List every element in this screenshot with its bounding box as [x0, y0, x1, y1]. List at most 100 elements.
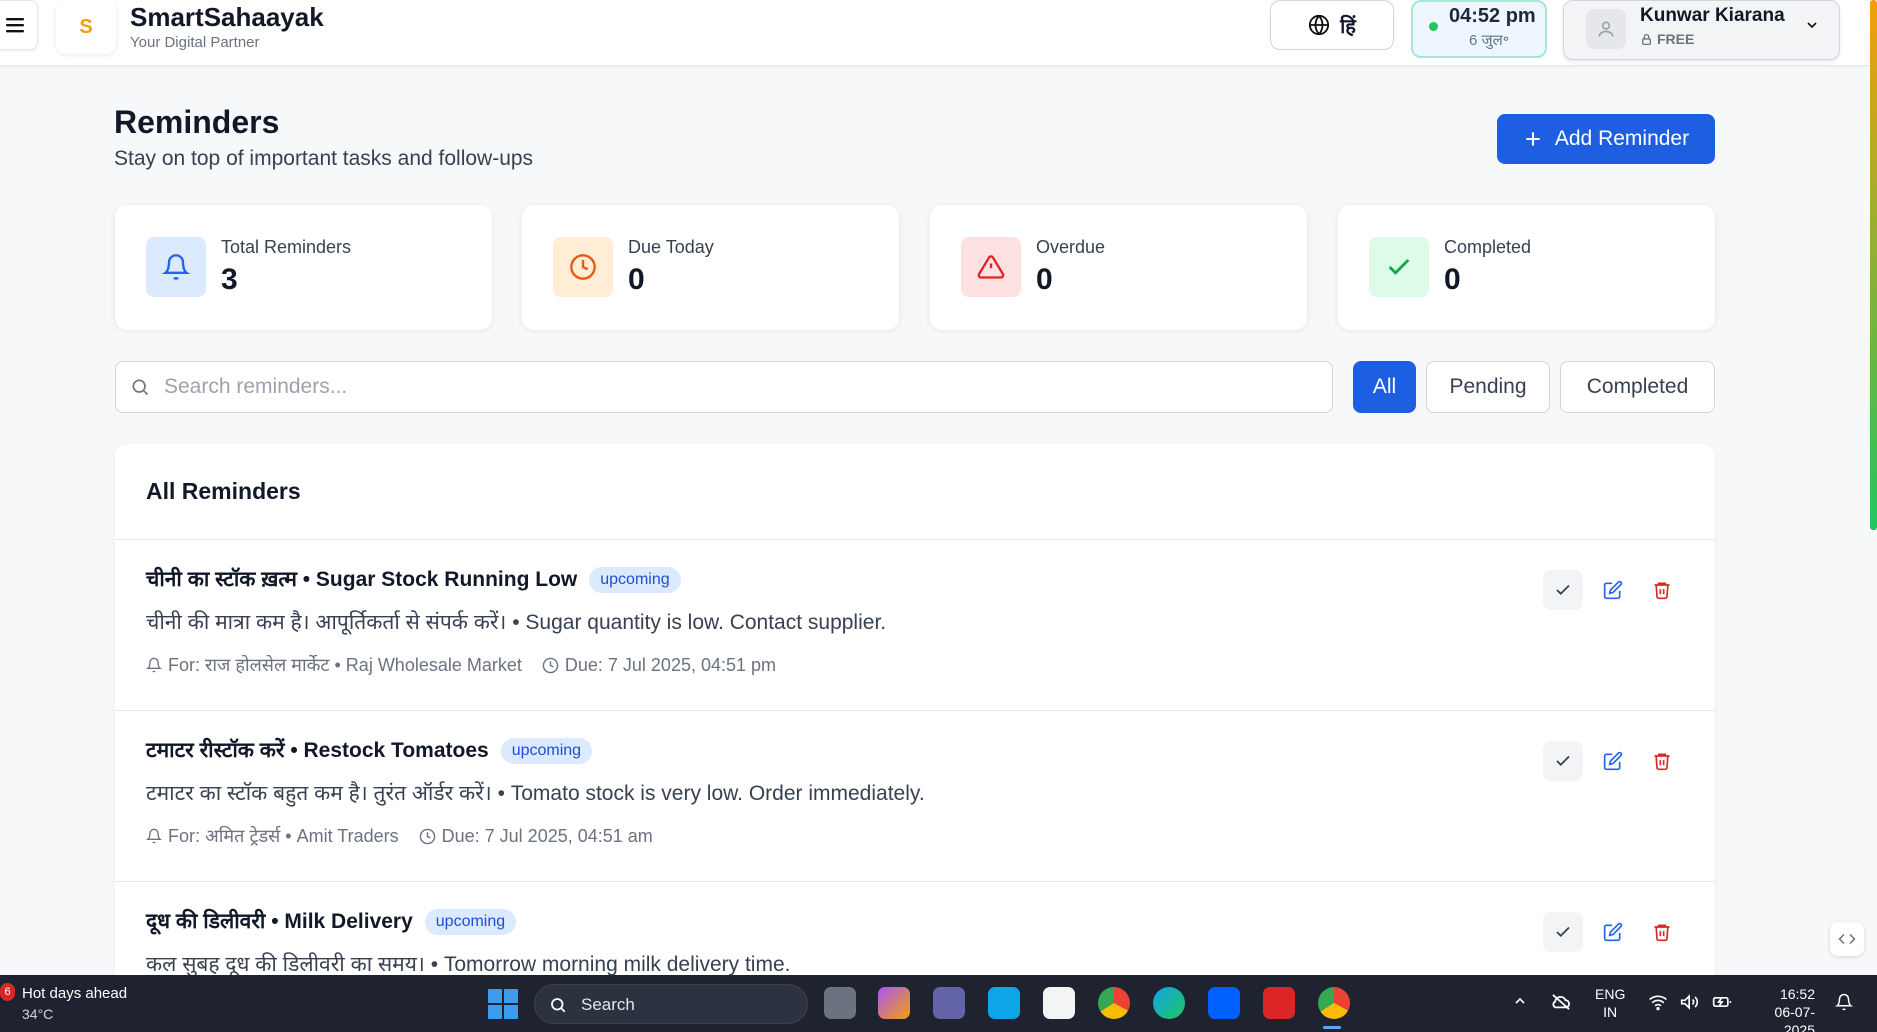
active-app-indicator	[1323, 1026, 1341, 1029]
stat-value: 3	[221, 263, 238, 296]
weather-title[interactable]: Hot days ahead	[22, 985, 127, 1002]
chrome-profile-icon[interactable]	[1318, 987, 1350, 1019]
check-icon	[1556, 755, 1570, 767]
input-language[interactable]: ENG IN	[1595, 985, 1625, 1021]
avatar	[1586, 9, 1626, 49]
input-language-region: IN	[1603, 1004, 1618, 1020]
delete-reminder-button[interactable]	[1642, 741, 1682, 781]
app-icon[interactable]	[988, 987, 1020, 1019]
reminder-due: Due: 7 Jul 2025, 04:51 pm	[564, 654, 777, 675]
reminder-description: टमाटर का स्टॉक बहुत कम है। तुरंत ऑर्डर क…	[146, 782, 925, 805]
search-input[interactable]	[164, 372, 1314, 402]
stat-value: 0	[628, 263, 645, 296]
brand-name: SmartSahaayak	[130, 2, 324, 32]
filter-all-button[interactable]: All	[1353, 361, 1416, 413]
clock-icon	[419, 828, 435, 844]
dropbox-icon[interactable]	[1208, 987, 1240, 1019]
page-subtitle: Stay on top of important tasks and follo…	[114, 147, 534, 170]
stat-label: Total Reminders	[221, 237, 352, 257]
stat-icon-box	[961, 237, 1021, 297]
notification-bell-icon[interactable]	[1835, 993, 1853, 1011]
reminder-title-row: टमाटर रीस्टॉक करें • Restock Tomatoes upc…	[146, 736, 593, 764]
chevron-down-icon[interactable]	[1804, 17, 1820, 33]
mark-complete-button[interactable]	[1543, 570, 1583, 610]
filter-pending-button[interactable]: Pending	[1426, 361, 1550, 413]
menu-button[interactable]	[0, 0, 38, 50]
search-box	[115, 361, 1333, 413]
taskbar-search[interactable]: Search	[534, 984, 808, 1024]
trash-icon	[1654, 582, 1670, 600]
reminder-meta: For: राज होलसेल मार्केट • Raj Wholesale …	[146, 653, 796, 677]
wifi-icon	[1649, 995, 1667, 1011]
search-icon	[551, 998, 566, 1013]
hamburger-icon	[6, 18, 24, 33]
edit-icon	[1603, 922, 1623, 942]
system-clock[interactable]: 16:52 06-07-2025	[1745, 985, 1815, 1032]
stat-card-overdue: Overdue 0	[930, 205, 1307, 330]
lock-icon	[1642, 33, 1651, 45]
app-logo[interactable]: S	[56, 0, 116, 54]
status-badge: upcoming	[424, 909, 517, 935]
battery-charging-icon	[1712, 997, 1732, 1007]
filter-completed-button[interactable]: Completed	[1560, 361, 1715, 413]
reminder-description: चीनी की मात्रा कम है। आपूर्तिकर्ता से सं…	[146, 611, 887, 634]
edit-reminder-button[interactable]	[1593, 741, 1633, 781]
globe-icon	[1309, 14, 1330, 36]
delete-reminder-button[interactable]	[1642, 570, 1682, 610]
reminder-description: कल सुबह दूध की डिलीवरी का समय। • Tomorro…	[146, 953, 791, 976]
mark-complete-button[interactable]	[1543, 741, 1583, 781]
delete-reminder-button[interactable]	[1642, 912, 1682, 952]
status-badge: upcoming	[500, 738, 593, 764]
system-tray[interactable]	[1648, 993, 1732, 1011]
stat-label: Completed	[1444, 237, 1532, 257]
language-toggle-button[interactable]: हिं	[1270, 0, 1394, 50]
stat-card-due-today: Due Today 0	[522, 205, 899, 330]
weather-badge: 6	[0, 983, 15, 1001]
cloud-off-icon[interactable]	[1550, 993, 1572, 1011]
user-menu[interactable]: Kunwar Kiarana FREE	[1563, 0, 1840, 60]
taskbar-search-label: Search	[581, 995, 635, 1014]
clock-widget: 04:52 pm 6 जुल॰	[1411, 0, 1547, 58]
stat-icon-box	[146, 237, 206, 297]
edit-icon	[1603, 751, 1623, 771]
windows-start-icon[interactable]	[488, 989, 518, 1019]
reminder-item: टमाटर रीस्टॉक करें • Restock Tomatoes upc…	[115, 711, 1715, 882]
edit-reminder-button[interactable]	[1593, 912, 1633, 952]
stat-value: 0	[1036, 263, 1053, 296]
status-badge: upcoming	[589, 567, 681, 593]
teams-icon[interactable]	[933, 987, 965, 1019]
reminder-title: चीनी का स्टॉक ख़त्म • Sugar Stock Runnin…	[146, 568, 578, 591]
system-time: 16:52	[1779, 986, 1815, 1002]
search-icon	[132, 379, 149, 396]
chevron-up-icon[interactable]	[1512, 993, 1528, 1009]
brand-tagline: Your Digital Partner	[130, 34, 260, 51]
wps-icon[interactable]	[1263, 987, 1295, 1019]
reminder-title: दूध की डिलीवरी • Milk Delivery	[146, 910, 413, 933]
bell-icon	[146, 828, 162, 844]
reminder-title-row: चीनी का स्टॉक ख़त्म • Sugar Stock Runnin…	[146, 565, 681, 593]
copilot-icon[interactable]	[878, 987, 910, 1019]
edit-icon	[1603, 580, 1623, 600]
trash-icon	[1654, 753, 1670, 771]
reminder-due: Due: 7 Jul 2025, 04:51 am	[441, 825, 653, 846]
check-icon	[1556, 926, 1570, 938]
reminder-title: टमाटर रीस्टॉक करें • Restock Tomatoes	[146, 739, 489, 762]
code-icon	[1838, 933, 1856, 945]
page-title: Reminders	[114, 104, 280, 140]
mark-complete-button[interactable]	[1543, 912, 1583, 952]
user-plan-badge: FREE	[1640, 31, 1694, 47]
system-date: 06-07-2025	[1774, 1004, 1815, 1032]
add-reminder-button[interactable]: Add Reminder	[1497, 114, 1715, 164]
stat-icon-box	[1369, 237, 1429, 297]
bell-icon	[162, 254, 190, 280]
current-time: 04:52 pm	[1449, 5, 1536, 27]
chrome-icon[interactable]	[1098, 987, 1130, 1019]
devtools-toggle-button[interactable]	[1830, 922, 1864, 956]
scrollbar[interactable]	[1870, 0, 1877, 530]
edit-reminder-button[interactable]	[1593, 570, 1633, 610]
alert-triangle-icon	[977, 255, 1005, 279]
store-icon[interactable]	[1043, 987, 1075, 1019]
edge-icon[interactable]	[1153, 987, 1185, 1019]
task-view-icon[interactable]	[824, 987, 856, 1019]
stat-label: Due Today	[628, 237, 714, 257]
